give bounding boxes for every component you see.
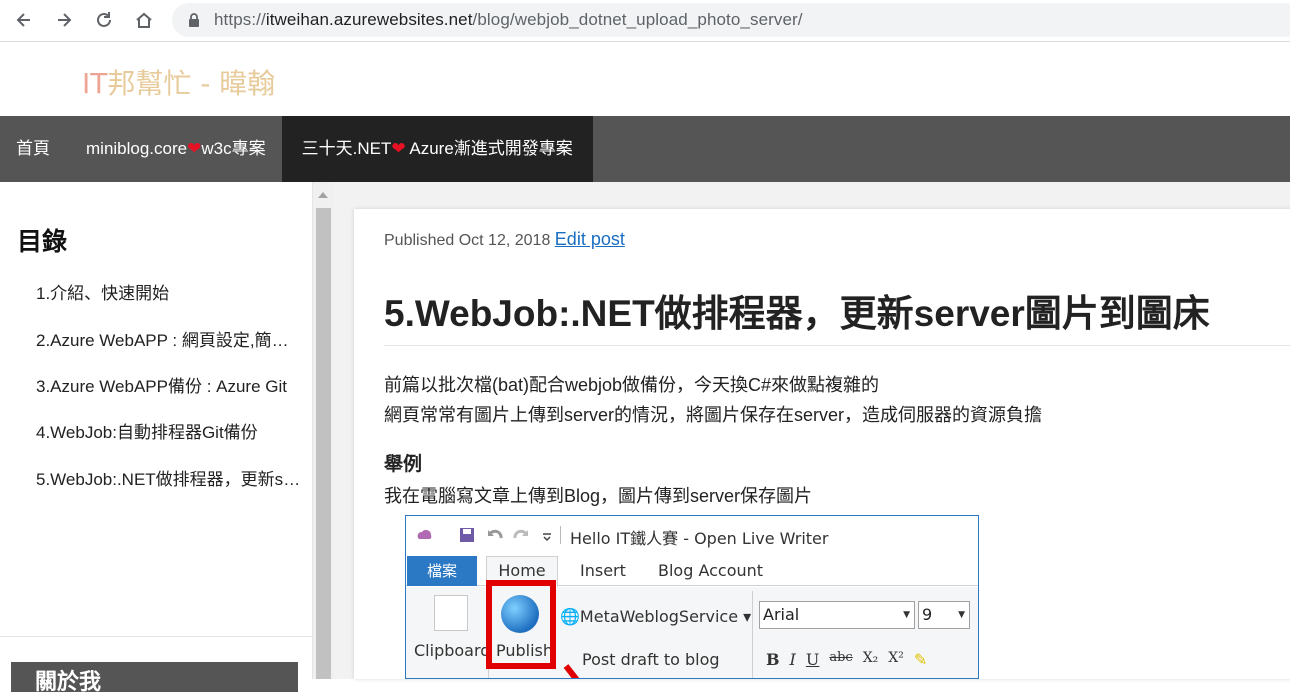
sidebar-scrollbar[interactable] — [313, 182, 334, 679]
bold-button: B — [766, 650, 780, 669]
highlighter-icon: ✎ — [913, 650, 928, 669]
published-date: Published Oct 12, 2018 — [384, 232, 551, 249]
meta-service-label: 🌐MetaWeblogService ▾ — [560, 607, 751, 626]
nav-thirty-days-label-b: Azure漸進式開發專案 — [405, 139, 573, 158]
heart-icon: ❤ — [391, 139, 406, 158]
url-path: /blog/webjob_dotnet_upload_photo_server/ — [472, 10, 803, 29]
site-title-it: IT — [82, 67, 108, 100]
font-size-value: 9 — [922, 605, 933, 624]
writer-tab-insert: Insert — [580, 561, 626, 580]
nav-miniblog[interactable]: miniblog.core❤w3c專案 — [66, 116, 282, 182]
font-size-select: 9 ▼ — [918, 601, 970, 629]
nav-home[interactable]: 首頁 — [0, 116, 66, 182]
url-scheme: https:// — [214, 10, 266, 29]
toc-title: 目錄 — [17, 228, 68, 256]
toc-item[interactable]: 3.Azure WebAPP備份 : Azure Git — [36, 372, 302, 397]
chevron-down-icon: ▼ — [958, 610, 965, 620]
toc-item[interactable]: 2.Azure WebAPP : 網頁設定,簡易上傳 — [36, 326, 302, 351]
article-screenshot: Hello IT鐵人賽 - Open Live Writer 檔案 Home I… — [405, 515, 979, 679]
home-icon — [136, 12, 152, 28]
paragraph: 我在電腦寫文章上傳到Blog，圖片傳到server保存圖片 — [384, 486, 813, 506]
section-heading: 舉例 — [384, 454, 423, 475]
scroll-thumb[interactable] — [316, 208, 331, 679]
forward-arrow-icon — [58, 13, 72, 27]
ribbon-separator — [752, 591, 753, 678]
address-bar[interactable]: https://itweihan.azurewebsites.net/blog/… — [172, 3, 1290, 37]
italic-button: I — [789, 650, 796, 669]
post-meta: Published Oct 12, 2018 Edit post — [384, 229, 625, 250]
edit-post-link[interactable]: Edit post — [555, 229, 625, 249]
format-buttons: B I U abc X₂ X² ✎ — [766, 650, 927, 669]
chevron-down-icon: ▾ — [738, 607, 752, 626]
site-title-rest: 邦幫忙 - 暐翰 — [107, 67, 276, 100]
title-divider — [384, 345, 1290, 346]
save-icon — [460, 528, 474, 542]
scroll-up-arrow-icon[interactable] — [318, 192, 328, 198]
redo-icon — [513, 529, 528, 539]
back-arrow-icon — [16, 13, 30, 27]
undo-icon — [488, 529, 503, 539]
site-header: IT邦幫忙 - 暐翰 — [0, 42, 1290, 116]
lock-icon — [189, 13, 199, 27]
superscript-button: X² — [888, 650, 904, 666]
nav-miniblog-label-a: miniblog.core — [86, 139, 188, 158]
heart-icon: ❤ — [187, 139, 202, 158]
globe-small-icon: 🌐 — [560, 607, 580, 626]
nav-thirty-days-label-a: 三十天.NET — [301, 139, 392, 158]
toc-item[interactable]: 5.WebJob:.NET做排程器，更新server圖片到圖床 — [36, 465, 302, 490]
site-title[interactable]: IT邦幫忙 - 暐翰 — [82, 62, 275, 102]
about-title: 關於我 — [35, 669, 102, 694]
writer-window-title: Hello IT鐵人賽 - Open Live Writer — [570, 529, 829, 548]
post-title: 5.WebJob:.NET做排程器，更新server圖片到圖床 — [384, 293, 1210, 334]
clipboard-label: Clipboard — [414, 641, 491, 660]
writer-file-tab: 檔案 — [407, 556, 477, 586]
writer-ribbon: Clipboard Publish 🌐MetaWeblogService ▾ P… — [406, 580, 978, 678]
font-value: Arial — [763, 605, 800, 624]
nav-thirty-days[interactable]: 三十天.NET❤ Azure漸進式開發專案 — [281, 116, 593, 182]
titlebar-separator — [560, 526, 561, 544]
writer-titlebar: Hello IT鐵人賽 - Open Live Writer — [406, 516, 978, 554]
paragraph: 前篇以批次檔(bat)配合webjob做備份，今天換C#來做點複雜的 — [384, 375, 880, 395]
font-select: Arial ▼ — [759, 601, 915, 629]
clipboard-icon — [434, 595, 468, 631]
strikethrough-button: abc — [829, 650, 853, 665]
post-draft-label: Post draft to blog — [582, 650, 720, 669]
url-text: https://itweihan.azurewebsites.net/blog/… — [214, 10, 803, 30]
home-button[interactable] — [130, 6, 158, 34]
chevron-down-icon — [543, 533, 551, 542]
about-header: 關於我 — [11, 662, 298, 694]
url-host: itweihan.azurewebsites.net — [265, 10, 473, 29]
sidebar-divider — [0, 636, 313, 637]
chevron-down-icon: ▼ — [903, 610, 910, 620]
paragraph: 網頁常常有圖片上傳到server的情況，將圖片保存在server，造成伺服器的資… — [384, 405, 1043, 425]
reload-icon — [97, 12, 111, 27]
writer-tab-blog-account: Blog Account — [658, 561, 764, 580]
sidebar: 目錄 1.介紹、快速開始 2.Azure WebAPP : 網頁設定,簡易上傳 … — [0, 182, 313, 694]
publish-highlight-box — [486, 580, 556, 669]
forward-button[interactable] — [50, 6, 78, 34]
back-button[interactable] — [10, 6, 38, 34]
cloud-icon — [417, 530, 432, 539]
main-nav: 首頁 miniblog.core❤w3c專案 三十天.NET❤ Azure漸進式… — [0, 116, 1290, 182]
subscript-button: X₂ — [862, 650, 879, 666]
reload-button[interactable] — [90, 6, 118, 34]
toc-item[interactable]: 1.介紹、快速開始 — [36, 279, 302, 304]
browser-toolbar: https://itweihan.azurewebsites.net/blog/… — [0, 0, 1290, 42]
underline-button: U — [805, 650, 820, 669]
nav-miniblog-label-b: w3c專案 — [201, 139, 266, 158]
meta-service-text: MetaWeblogService — [579, 607, 739, 626]
toc-item[interactable]: 4.WebJob:自動排程器Git備份 — [36, 418, 302, 443]
